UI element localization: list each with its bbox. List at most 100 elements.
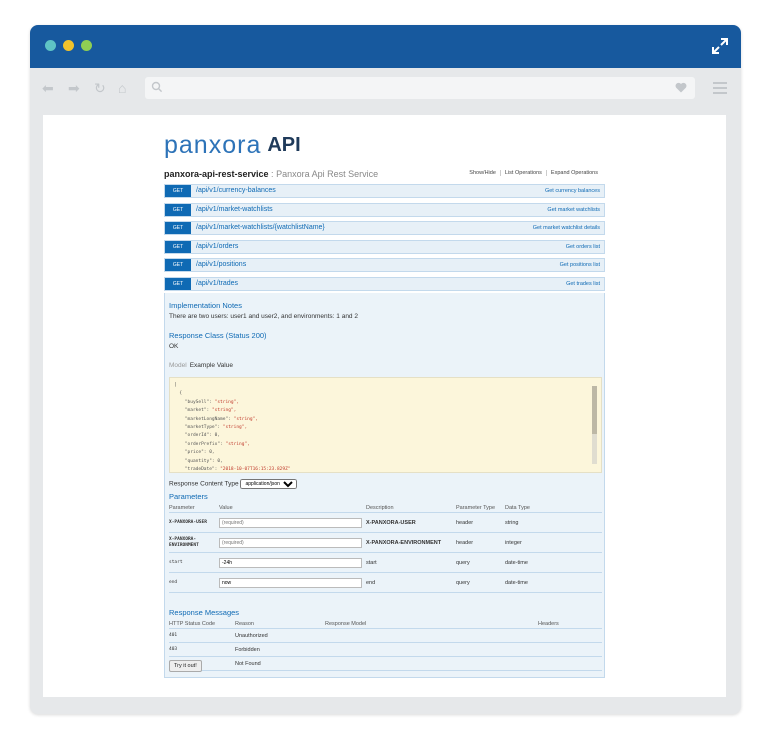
operations-list: GET/api/v1/currency-balances Get currency…: [164, 184, 605, 295]
operation-row[interactable]: GET/api/v1/market-watchlists/{watchlistN…: [164, 221, 605, 235]
service-separator: :: [268, 169, 277, 179]
expand-icon[interactable]: [711, 37, 729, 55]
model-tabs: Model Example Value: [169, 362, 233, 369]
param-value-cell: [219, 572, 366, 593]
operation-row[interactable]: GET/api/v1/orders Get orders list: [164, 239, 605, 254]
param-value-cell: [219, 552, 366, 573]
param-value-input[interactable]: [219, 557, 362, 568]
response-model: [325, 656, 538, 671]
operation-summary[interactable]: Get market watchlist details: [533, 224, 600, 233]
param-value-input[interactable]: [219, 537, 362, 548]
operation-summary[interactable]: Get positions list: [560, 261, 600, 270]
operation-path[interactable]: /api/v1/positions: [196, 260, 246, 270]
back-arrow-icon[interactable]: ⬅: [42, 80, 54, 96]
response-model: [325, 642, 538, 657]
show-hide-link[interactable]: Show/Hide: [465, 170, 500, 176]
json-line-key: "quantity": 0,: [174, 458, 223, 464]
json-line-key: "orderId": 0,: [174, 433, 221, 439]
param-row: X-PANXORA-USERX-PANXORA-USERheaderstring: [169, 512, 602, 533]
reload-icon[interactable]: ↻: [94, 80, 106, 96]
json-scrollbar[interactable]: [592, 386, 597, 464]
json-line-value: "string",: [225, 441, 250, 447]
example-value-tab[interactable]: Example Value: [190, 362, 233, 369]
response-content-type: Response Content Type application/json: [169, 479, 298, 489]
param-value-input[interactable]: [219, 577, 362, 588]
response-code: 401: [169, 628, 235, 643]
param-description: end: [366, 572, 456, 593]
json-scroll-thumb[interactable]: [592, 386, 597, 434]
resp-header-model: Response Model: [325, 619, 538, 629]
example-json-box[interactable]: [ { "buySell": "string", "market": "stri…: [169, 377, 602, 473]
close-window-dot[interactable]: [45, 40, 56, 51]
response-class-value: OK: [169, 343, 179, 350]
param-header-value: Value: [219, 503, 366, 513]
operation-path[interactable]: /api/v1/market-watchlists/{watchlistName…: [196, 223, 325, 233]
browser-toolbar: ⬅ ➡ ↻ ⌂: [30, 68, 741, 108]
list-operations-link[interactable]: List Operations: [499, 170, 546, 176]
operation-summary[interactable]: Get trades list: [566, 280, 600, 289]
json-line-value: "string",: [222, 425, 248, 431]
home-icon[interactable]: ⌂: [118, 80, 126, 96]
minimize-window-dot[interactable]: [63, 40, 74, 51]
response-headers: [538, 642, 602, 657]
browser-window: ⬅ ➡ ↻ ⌂ panxora API panxora-api-rest-serv…: [30, 25, 741, 714]
http-verb-badge: GET: [165, 259, 191, 271]
logo-api: API: [267, 134, 301, 156]
json-line-key: "market":: [174, 408, 212, 414]
param-row: X-PANXORA-ENVIRONMENT X-PANXORA-ENVIRONME…: [169, 532, 602, 553]
response-headers: [538, 628, 602, 643]
heart-icon[interactable]: [675, 82, 687, 93]
operation-row-expanded[interactable]: GET/api/v1/trades Get trades list: [164, 276, 605, 291]
service-name[interactable]: panxora-api-rest-service: [164, 169, 269, 179]
content-type-select[interactable]: application/json: [240, 479, 298, 489]
parameters-heading: Parameters: [169, 492, 208, 501]
param-name: end: [169, 572, 219, 593]
menu-icon[interactable]: [713, 82, 727, 97]
operation-path[interactable]: /api/v1/currency-balances: [196, 186, 276, 196]
json-line-value: "string",: [211, 408, 237, 414]
operation-row[interactable]: GET/api/v1/market-watchlists Get market w…: [164, 202, 605, 217]
param-type: header: [456, 532, 505, 553]
json-line-value: "string",: [233, 416, 258, 422]
service-links: Show/Hide List Operations Expand Operation…: [465, 170, 602, 176]
operation-path[interactable]: /api/v1/trades: [196, 279, 238, 289]
response-reason: Not Found: [235, 656, 325, 671]
json-line-value: "string",: [214, 399, 240, 405]
json-line-key: "orderPrefix":: [174, 441, 226, 447]
param-header-description: Description: [366, 503, 456, 513]
operation-row[interactable]: GET/api/v1/positions Get positions list: [164, 258, 605, 272]
resp-header-code: HTTP Status Code: [169, 619, 235, 629]
param-type: query: [456, 552, 505, 573]
response-row: 401 Unauthorized: [169, 628, 602, 643]
operation-path[interactable]: /api/v1/orders: [196, 242, 238, 252]
response-reason: Unauthorized: [235, 628, 325, 643]
response-messages-table: HTTP Status Code Reason Response Model H…: [169, 619, 602, 671]
http-verb-badge: GET: [165, 203, 191, 216]
http-verb-badge: GET: [165, 240, 191, 253]
try-it-out-button[interactable]: Try it out!: [169, 660, 202, 672]
param-name: X-PANXORA-USER: [169, 512, 219, 533]
operation-summary[interactable]: Get currency balances: [545, 187, 600, 196]
model-tab[interactable]: Model: [169, 362, 187, 369]
operation-summary[interactable]: Get orders list: [566, 243, 600, 252]
response-model: [325, 628, 538, 643]
json-line-key: "marketLongName":: [174, 416, 234, 422]
json-line-key: {: [174, 391, 183, 397]
operation-summary[interactable]: Get market watchlists: [547, 206, 600, 215]
param-data-type: integer: [505, 532, 602, 553]
param-value-input[interactable]: [219, 517, 362, 528]
search-icon: [151, 81, 163, 93]
maximize-window-dot[interactable]: [81, 40, 92, 51]
operation-path[interactable]: /api/v1/market-watchlists: [196, 205, 273, 215]
param-header-type: Parameter Type: [456, 503, 505, 513]
json-line-value: "2018-10-07T16:15:23.829Z": [220, 467, 291, 473]
param-row: startstartquerydate-time: [169, 552, 602, 573]
forward-arrow-icon[interactable]: ➡: [68, 80, 80, 96]
param-row: endendquerydate-time: [169, 572, 602, 593]
response-row: 403 Forbidden: [169, 642, 602, 657]
expand-operations-link[interactable]: Expand Operations: [545, 170, 602, 176]
implementation-notes-heading: Implementation Notes: [169, 301, 242, 310]
response-headers: [538, 656, 602, 671]
operation-row[interactable]: GET/api/v1/currency-balances Get currency…: [164, 184, 605, 198]
address-bar[interactable]: [145, 77, 695, 99]
